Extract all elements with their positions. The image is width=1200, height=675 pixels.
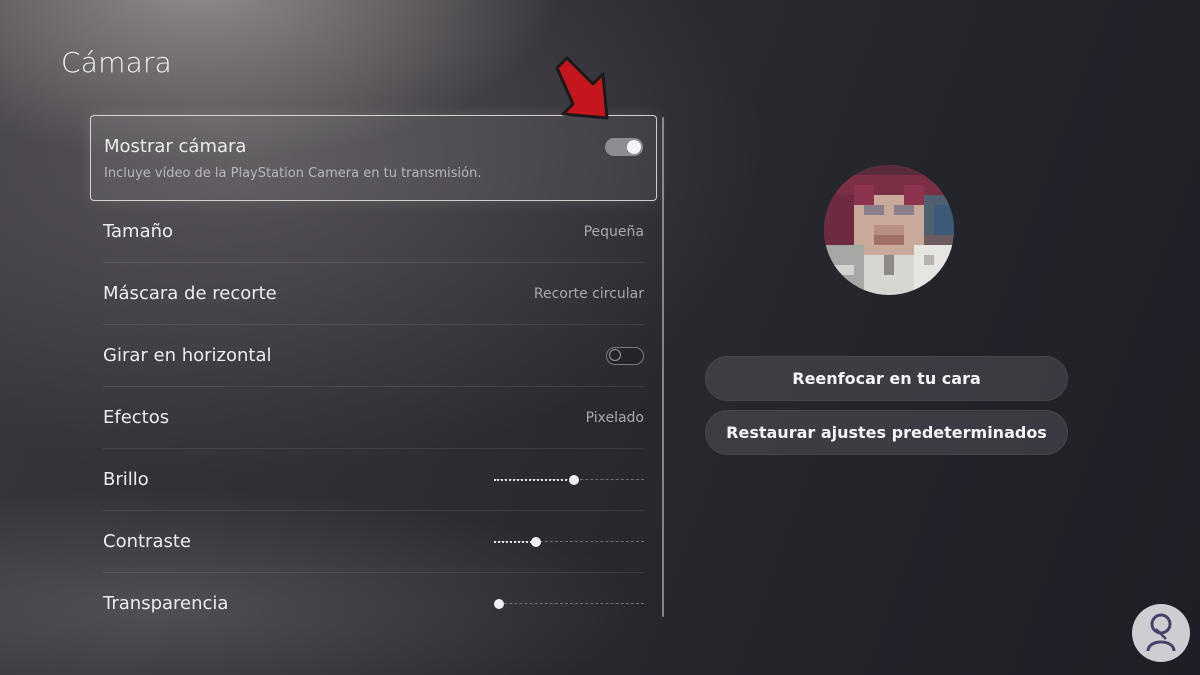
slider-thumb[interactable] (568, 474, 579, 485)
setting-label: Tamaño (103, 221, 174, 242)
settings-scrollbar[interactable] (662, 117, 664, 617)
page-title: Cámara (61, 46, 173, 79)
slider-track (494, 602, 644, 604)
setting-contrast[interactable]: Contraste (103, 511, 644, 573)
toggle-knob (609, 349, 621, 361)
setting-label: Contraste (103, 531, 191, 552)
setting-label: Máscara de recorte (103, 283, 277, 304)
setting-show-camera[interactable]: Mostrar cámara Incluye vídeo de la PlayS… (90, 115, 657, 201)
setting-label: Transparencia (103, 593, 229, 614)
restore-defaults-button[interactable]: Restaurar ajustes predeterminados (705, 410, 1068, 455)
setting-flip-horizontal[interactable]: Girar en horizontal (103, 325, 644, 387)
setting-show-camera-text: Mostrar cámara Incluye vídeo de la PlayS… (104, 136, 481, 181)
slider-thumb[interactable] (493, 598, 504, 609)
setting-label: Brillo (103, 469, 149, 490)
setting-label: Efectos (103, 407, 170, 428)
setting-value: Pixelado (585, 409, 644, 426)
setting-label: Girar en horizontal (103, 345, 272, 366)
refocus-face-button[interactable]: Reenfocar en tu cara (705, 356, 1068, 401)
setting-label: Mostrar cámara (104, 135, 247, 157)
show-camera-toggle[interactable] (605, 138, 643, 156)
watermark-logo (1132, 604, 1190, 662)
annotation-arrow-icon (555, 56, 609, 120)
slider-fill (494, 478, 574, 481)
setting-brightness[interactable]: Brillo (103, 449, 644, 511)
transparency-slider[interactable] (493, 598, 644, 610)
contrast-slider[interactable] (494, 536, 644, 548)
brightness-slider[interactable] (494, 474, 644, 486)
camera-settings-list: Mostrar cámara Incluye vídeo de la PlayS… (90, 115, 657, 634)
setting-effects[interactable]: Efectos Pixelado (103, 387, 644, 449)
slider-fill (494, 540, 536, 543)
setting-size[interactable]: Tamaño Pequeña (103, 201, 644, 263)
setting-crop-mask[interactable]: Máscara de recorte Recorte circular (103, 263, 644, 325)
slider-thumb[interactable] (531, 536, 541, 547)
camera-preview (824, 165, 954, 295)
flip-horizontal-toggle[interactable] (606, 346, 644, 365)
setting-description: Incluye vídeo de la PlayStation Camera e… (104, 165, 482, 181)
person-silhouette-icon (1146, 613, 1176, 652)
setting-value: Pequeña (583, 223, 644, 240)
toggle-knob (627, 140, 641, 154)
setting-transparency[interactable]: Transparencia (103, 573, 644, 634)
setting-value: Recorte circular (533, 285, 644, 302)
pixelated-face-image (824, 165, 954, 295)
